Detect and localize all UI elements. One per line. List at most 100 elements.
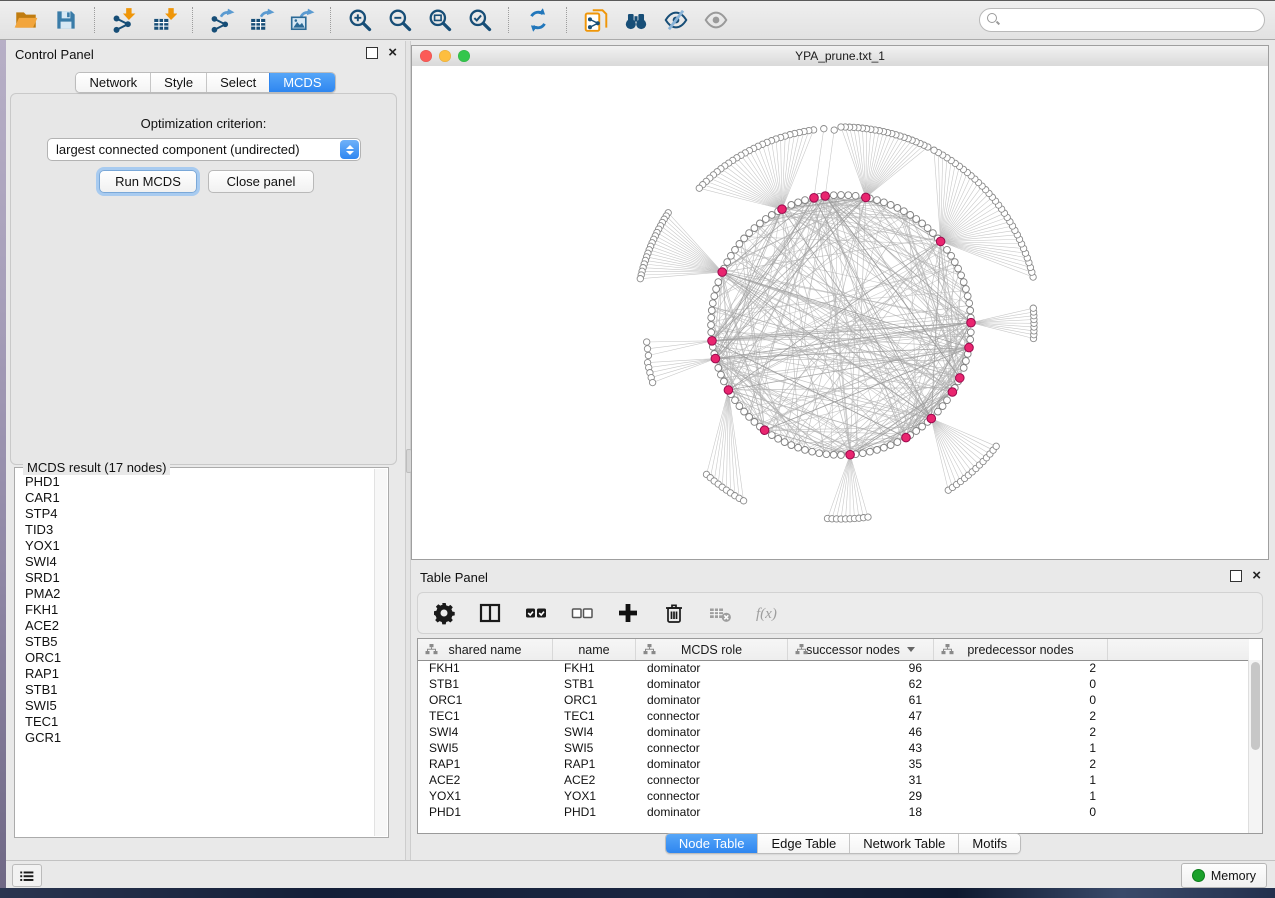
- zoom-fit-icon: [427, 7, 453, 33]
- zoom-out-button[interactable]: [384, 5, 416, 35]
- close-panel-icon[interactable]: ×: [1252, 571, 1261, 581]
- float-panel-icon[interactable]: [366, 47, 378, 59]
- table-row[interactable]: YOX1YOX1connector291: [418, 788, 1249, 804]
- column-header-successor-nodes[interactable]: successor nodes: [788, 639, 934, 660]
- tab-select[interactable]: Select: [206, 73, 269, 92]
- chevron-up-down-icon: [340, 140, 359, 159]
- mcds-result-item[interactable]: TEC1: [25, 714, 374, 730]
- tab-network[interactable]: Network: [76, 73, 150, 92]
- select-all-button[interactable]: [520, 598, 552, 628]
- table-row[interactable]: ORC1ORC1dominator610: [418, 692, 1249, 708]
- tab-node-table[interactable]: Node Table: [666, 834, 758, 853]
- cell-shared_name: SWI4: [418, 725, 553, 739]
- import-table-icon: [151, 7, 177, 33]
- mcds-result-item[interactable]: PHD1: [25, 474, 374, 490]
- mcds-result-item[interactable]: SRD1: [25, 570, 374, 586]
- close-panel-icon[interactable]: ×: [388, 48, 397, 58]
- optimization-criterion-select[interactable]: largest connected component (undirected): [47, 138, 361, 161]
- control-panel-tabbar: NetworkStyleSelectMCDS: [6, 72, 405, 93]
- mcds-result-list[interactable]: PHD1CAR1STP4TID3YOX1SWI4SRD1PMA2FKH1ACE2…: [15, 470, 374, 835]
- tab-network-table[interactable]: Network Table: [849, 834, 958, 853]
- table-toolbar: f(x): [417, 592, 1263, 634]
- clone-network-button[interactable]: [580, 5, 612, 35]
- show-hidden-button[interactable]: [700, 5, 732, 35]
- cell-name: RAP1: [553, 757, 636, 771]
- deselect-all-button[interactable]: [566, 598, 598, 628]
- table-row[interactable]: SWI5SWI5connector431: [418, 740, 1249, 756]
- memory-button[interactable]: Memory: [1181, 863, 1267, 888]
- tab-edge-table[interactable]: Edge Table: [757, 834, 849, 853]
- mcds-result-item[interactable]: GCR1: [25, 730, 374, 746]
- mcds-result-item[interactable]: CAR1: [25, 490, 374, 506]
- apply-layout-button[interactable]: [522, 5, 554, 35]
- import-table-button[interactable]: [148, 5, 180, 35]
- control-panel-window-buttons: ×: [366, 47, 397, 59]
- mcds-result-scrollbar[interactable]: [374, 469, 387, 836]
- first-neighbors-button[interactable]: [620, 5, 652, 35]
- cell-mcds_role: connector: [636, 789, 788, 803]
- mcds-result-item[interactable]: STB1: [25, 682, 374, 698]
- mcds-result-item[interactable]: SWI5: [25, 698, 374, 714]
- table-del-icon: [708, 601, 732, 625]
- run-mcds-button[interactable]: Run MCDS: [99, 170, 197, 193]
- column-label: name: [578, 643, 609, 657]
- mcds-result-item[interactable]: ORC1: [25, 650, 374, 666]
- tab-mcds[interactable]: MCDS: [269, 73, 334, 92]
- float-panel-icon[interactable]: [1230, 570, 1242, 582]
- task-history-button[interactable]: [12, 864, 42, 887]
- search-input[interactable]: [979, 8, 1265, 32]
- cell-predecessor_nodes: 1: [934, 789, 1108, 803]
- export-network-button[interactable]: [206, 5, 238, 35]
- delete-column-button[interactable]: [658, 598, 690, 628]
- mcds-result-item[interactable]: STB5: [25, 634, 374, 650]
- close-panel-button[interactable]: Close panel: [208, 170, 314, 193]
- table-row[interactable]: SWI4SWI4dominator462: [418, 724, 1249, 740]
- hide-selected-button[interactable]: [660, 5, 692, 35]
- open-session-button[interactable]: [10, 5, 42, 35]
- cell-name: STB1: [553, 677, 636, 691]
- eye-icon: [703, 7, 729, 33]
- mcds-result-item[interactable]: RAP1: [25, 666, 374, 682]
- zoom-fit-button[interactable]: [424, 5, 456, 35]
- column-header-MCDS-role[interactable]: MCDS role: [636, 639, 788, 660]
- export-image-button[interactable]: [286, 5, 318, 35]
- trash-icon: [662, 601, 686, 625]
- mcds-result-item[interactable]: YOX1: [25, 538, 374, 554]
- column-type-icon: [795, 644, 808, 655]
- import-network-button[interactable]: [108, 5, 140, 35]
- cell-shared_name: ORC1: [418, 693, 553, 707]
- mcds-result-item[interactable]: SWI4: [25, 554, 374, 570]
- binoculars-icon: [623, 7, 649, 33]
- mcds-result-item[interactable]: PMA2: [25, 586, 374, 602]
- add-column-button[interactable]: [612, 598, 644, 628]
- table-options-button[interactable]: [428, 598, 460, 628]
- mcds-result-item[interactable]: STP4: [25, 506, 374, 522]
- column-header-filler: [1108, 639, 1247, 660]
- zoom-in-button[interactable]: [344, 5, 376, 35]
- column-header-predecessor-nodes[interactable]: predecessor nodes: [934, 639, 1108, 660]
- save-session-button[interactable]: [50, 5, 82, 35]
- network-canvas[interactable]: [412, 66, 1268, 559]
- table-row[interactable]: FKH1FKH1dominator962: [418, 660, 1249, 676]
- mcds-result-item[interactable]: ACE2: [25, 618, 374, 634]
- table-row[interactable]: PHD1PHD1dominator180: [418, 804, 1249, 820]
- table-row[interactable]: RAP1RAP1dominator352: [418, 756, 1249, 772]
- mcds-result-item[interactable]: TID3: [25, 522, 374, 538]
- zoom-selected-button[interactable]: [464, 5, 496, 35]
- export-image-icon: [289, 7, 315, 33]
- column-header-name[interactable]: name: [553, 639, 636, 660]
- mcds-result-item[interactable]: FKH1: [25, 602, 374, 618]
- zoom-in-icon: [347, 7, 373, 33]
- show-columns-button[interactable]: [474, 598, 506, 628]
- export-table-button[interactable]: [246, 5, 278, 35]
- table-row[interactable]: STB1STB1dominator620: [418, 676, 1249, 692]
- cell-name: SWI5: [553, 741, 636, 755]
- column-label: shared name: [449, 643, 522, 657]
- tab-motifs[interactable]: Motifs: [958, 834, 1020, 853]
- tab-style[interactable]: Style: [150, 73, 206, 92]
- column-header-shared-name[interactable]: shared name: [418, 639, 553, 660]
- scrollbar-thumb[interactable]: [1251, 662, 1260, 750]
- table-row[interactable]: TEC1TEC1connector472: [418, 708, 1249, 724]
- table-scrollbar[interactable]: [1248, 660, 1262, 833]
- table-row[interactable]: ACE2ACE2connector311: [418, 772, 1249, 788]
